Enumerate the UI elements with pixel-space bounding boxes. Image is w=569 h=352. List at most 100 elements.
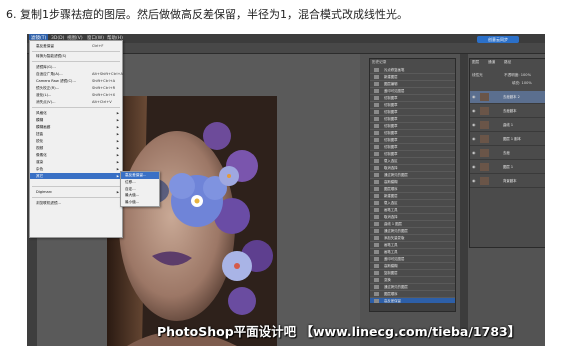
- history-item[interactable]: 仿制图章: [370, 109, 455, 116]
- menu-item-digimarc[interactable]: Digimarc ▶: [30, 189, 122, 195]
- visibility-eye-icon[interactable]: ◉: [472, 91, 476, 103]
- history-item[interactable]: 复制图层: [370, 270, 455, 277]
- menu-item-blur-gallery[interactable]: 模糊画廊 ▶: [30, 124, 122, 130]
- visibility-eye-icon[interactable]: ◉: [472, 161, 476, 173]
- history-item[interactable]: 仿制图章: [370, 116, 455, 123]
- history-item-label: 复制图层: [384, 271, 398, 275]
- history-item[interactable]: 曲线 1 图层: [370, 221, 455, 228]
- history-item[interactable]: 载入选区: [370, 158, 455, 165]
- submenu-item-maximum[interactable]: 最大值...: [121, 192, 159, 199]
- history-item[interactable]: 仿制图章: [370, 123, 455, 130]
- tab-paths[interactable]: 路径: [504, 60, 511, 65]
- layer-row[interactable]: ◉ 去痘副本 2: [470, 91, 545, 104]
- watermark-text: PhotoShop平面设计吧 【www.linecg.com/tieba/178…: [157, 324, 521, 339]
- fill-field[interactable]: 填充: 100%: [512, 81, 532, 86]
- history-item[interactable]: 载入选区: [370, 200, 455, 207]
- visibility-eye-icon[interactable]: ◉: [472, 133, 476, 145]
- layers-panel: 图层 通道 路径 线性光 不透明度: 100% 填充: 100% ◉ 去痘副本 2…: [469, 58, 545, 248]
- history-item[interactable]: 取消选择: [370, 214, 455, 221]
- history-item[interactable]: 仿制图章: [370, 137, 455, 144]
- panel-icon-strip[interactable]: [460, 54, 468, 334]
- submenu-item-high-pass[interactable]: 高反差保留...: [121, 172, 159, 179]
- history-step-icon: [374, 292, 379, 296]
- history-tab[interactable]: 历史记录: [372, 60, 386, 65]
- history-item[interactable]: 图层编辑: [370, 81, 455, 88]
- menu-item-video[interactable]: 视频 ▶: [30, 145, 122, 151]
- blend-mode-select[interactable]: 线性光: [472, 73, 483, 78]
- tab-layers[interactable]: 图层: [472, 60, 479, 65]
- tab-channels[interactable]: 通道: [488, 60, 495, 65]
- menu-item-render[interactable]: 渲染 ▶: [30, 159, 122, 165]
- layer-row[interactable]: ◉ 图层 1 副本: [470, 133, 545, 146]
- menu-item-vanishing-point[interactable]: 消失点(V)... Alt+Ctrl+V: [30, 99, 122, 105]
- menu-item-other[interactable]: 其它 ▶: [30, 173, 122, 179]
- menu-item-pixelate[interactable]: 像素化 ▶: [30, 152, 122, 158]
- opacity-field[interactable]: 不透明度: 100%: [504, 73, 531, 78]
- history-item[interactable]: 画笔工具: [370, 249, 455, 256]
- history-item[interactable]: 高斯模糊: [370, 263, 455, 270]
- menu-item-convert-smart[interactable]: 转换为智能滤镜(S): [30, 53, 122, 59]
- history-step-icon: [374, 131, 379, 135]
- menu-item-noise[interactable]: 杂色 ▶: [30, 166, 122, 172]
- portrait-photo: [107, 96, 277, 346]
- history-step-icon: [374, 96, 379, 100]
- history-item[interactable]: 仿制图章: [370, 144, 455, 151]
- layer-name: 曲线 1: [503, 123, 514, 127]
- history-item[interactable]: 通过拷贝的图层: [370, 172, 455, 179]
- history-item[interactable]: 污点修复画笔: [370, 67, 455, 74]
- submenu-item-minimum[interactable]: 最小值...: [121, 199, 159, 206]
- history-item[interactable]: 通过拷贝的图层: [370, 228, 455, 235]
- history-item[interactable]: 添加矢量蒙版: [370, 235, 455, 242]
- history-item[interactable]: 仿制图章: [370, 102, 455, 109]
- menu-item-lens-correction[interactable]: 镜头校正(R)... Shift+Ctrl+R: [30, 85, 122, 91]
- history-item[interactable]: 通过拷贝的图层: [370, 284, 455, 291]
- history-panel: 历史记录 污点修复画笔 新建图层 图层编辑 盖印可见图层 仿制图章 仿制图章 仿制图章 仿制图…: [369, 58, 456, 312]
- history-item[interactable]: 盖印可见图层: [370, 88, 455, 95]
- layer-row[interactable]: ◉ 去痘: [470, 147, 545, 160]
- history-item[interactable]: 变换: [370, 277, 455, 284]
- layer-row[interactable]: ◉ 背景副本: [470, 175, 545, 188]
- layer-row[interactable]: ◉ 曲线 1: [470, 119, 545, 132]
- layer-name: 去痘副本 2: [503, 95, 520, 99]
- history-item[interactable]: 盖印可见图层: [370, 256, 455, 263]
- layer-name: 图层 1 副本: [503, 137, 521, 141]
- visibility-eye-icon[interactable]: ◉: [472, 147, 476, 159]
- menu-item-sharpen[interactable]: 锐化 ▶: [30, 138, 122, 144]
- history-step-icon: [374, 236, 379, 240]
- visibility-eye-icon[interactable]: ◉: [472, 119, 476, 131]
- submenu-item-offset[interactable]: 位移...: [121, 179, 159, 186]
- history-item-label: 载入选区: [384, 159, 398, 163]
- visibility-eye-icon[interactable]: ◉: [472, 175, 476, 187]
- history-step-icon: [374, 124, 379, 128]
- history-item-label: 污点修复画笔: [384, 68, 405, 72]
- history-item[interactable]: 仿制图章: [370, 151, 455, 158]
- cloud-sync-button[interactable]: 创意云同步: [477, 36, 519, 43]
- menu-item-camera-raw[interactable]: Camera Raw 滤镜(C)... Shift+Ctrl+A: [30, 78, 122, 84]
- menu-item-distort[interactable]: 扭曲 ▶: [30, 131, 122, 137]
- menu-item-browse-online[interactable]: 浏览联机滤镜...: [30, 200, 122, 206]
- menu-item-adaptive-wide[interactable]: 自适应广角(A)... Alt+Shift+Ctrl+A: [30, 71, 123, 77]
- layer-thumbnail: [480, 121, 489, 129]
- history-item[interactable]: 取消选择: [370, 165, 455, 172]
- history-item[interactable]: 图层顺序: [370, 291, 455, 298]
- history-item[interactable]: 图层顺序: [370, 186, 455, 193]
- history-item-label: 仿制图章: [384, 131, 398, 135]
- visibility-eye-icon[interactable]: ◉: [472, 105, 476, 117]
- layer-row[interactable]: ◉ 图层 1: [470, 161, 545, 174]
- menu-item-last-filter[interactable]: 高反差保留 Ctrl+F: [30, 43, 122, 49]
- history-item[interactable]: 高斯模糊: [370, 179, 455, 186]
- history-item[interactable]: 仿制图章: [370, 130, 455, 137]
- history-item[interactable]: 画笔工具: [370, 207, 455, 214]
- history-item[interactable]: 新建图层: [370, 193, 455, 200]
- history-item[interactable]: 新建图层: [370, 74, 455, 81]
- history-item[interactable]: 画笔工具: [370, 242, 455, 249]
- history-step-icon: [374, 89, 379, 93]
- history-item[interactable]: 仿制图章: [370, 95, 455, 102]
- history-item-label: 图层顺序: [384, 187, 398, 191]
- layer-row[interactable]: ◉ 去痘副本: [470, 105, 545, 118]
- menu-item-blur[interactable]: 模糊 ▶: [30, 117, 122, 123]
- menu-item-filter-gallery[interactable]: 滤镜库(G)...: [30, 64, 122, 70]
- history-item-label: 高斯模糊: [384, 180, 398, 184]
- menu-item-stylize[interactable]: 风格化 ▶: [30, 110, 122, 116]
- menu-item-liquify[interactable]: 液化(L)... Shift+Ctrl+X: [30, 92, 122, 98]
